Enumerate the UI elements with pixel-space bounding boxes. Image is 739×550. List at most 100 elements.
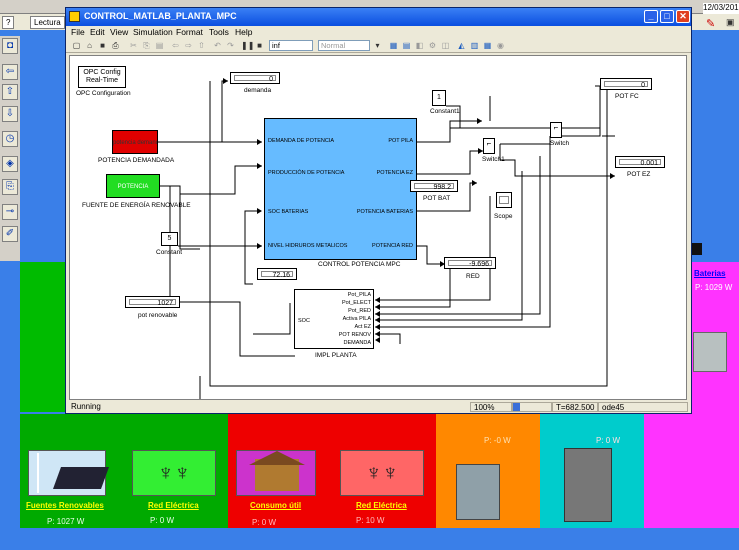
- fuelcell-icon: [564, 448, 612, 522]
- constant-block[interactable]: 5: [161, 232, 178, 246]
- constant1-caption: Constant1: [430, 108, 460, 115]
- status-text: Running: [71, 402, 101, 411]
- potencia-demandada-block[interactable]: potencia demandada: [112, 130, 158, 154]
- pot-bat-display[interactable]: 998.2: [410, 180, 458, 192]
- menu-format[interactable]: Format: [176, 27, 203, 37]
- sim-mode-select[interactable]: Normal: [318, 40, 370, 51]
- control-mpc-block[interactable]: DEMANDA DE POTENCIA PRODUCCIÓN DE POTENC…: [264, 118, 417, 260]
- menu-edit[interactable]: Edit: [90, 27, 105, 37]
- pause-icon[interactable]: ❚❚: [241, 40, 254, 51]
- pointer-icon[interactable]: ◘: [2, 38, 18, 54]
- switch-block[interactable]: ⌐: [550, 122, 562, 138]
- maximize-button[interactable]: □: [660, 10, 674, 23]
- up-icon[interactable]: ⇧: [196, 40, 207, 51]
- minimize-button[interactable]: _: [644, 10, 658, 23]
- simulink-window: CONTROL_MATLAB_PLANTA_MPC _ □ ✕ File Edi…: [65, 7, 692, 414]
- browser-icon[interactable]: ▥: [469, 40, 480, 51]
- impl-planta-caption: IMPL PLANTA: [315, 352, 357, 359]
- arrow-left-icon[interactable]: ⇦: [2, 64, 18, 80]
- opc-line2: Real-Time: [85, 77, 119, 84]
- tool-icon[interactable]: ▣: [726, 17, 735, 28]
- forward-icon[interactable]: ⇨: [183, 40, 194, 51]
- cut-icon[interactable]: ✂: [128, 40, 139, 51]
- toolbar: ▢ ⌂ ■ ⎙ ✂ ⎘ ▤ ⇦ ⇨ ⇧ ↶ ↷ ❚❚ ■ inf Normal …: [66, 38, 691, 53]
- settings-icon[interactable]: ⚙: [427, 40, 438, 51]
- open-icon[interactable]: ⌂: [84, 40, 95, 51]
- library-icon[interactable]: ◭: [456, 40, 467, 51]
- impl-planta-block[interactable]: SOC Pot_PILA Pot_ELECT Pot_RED Activa PI…: [294, 289, 374, 349]
- model-canvas[interactable]: OPC Config Real-Time OPC Configuration 0…: [69, 55, 687, 400]
- output-port-baterias: POTENCIA BATERIAS: [356, 209, 413, 215]
- record-icon[interactable]: ◉: [495, 40, 506, 51]
- soc-display[interactable]: 72.16: [257, 268, 297, 280]
- demanda-display[interactable]: 0: [230, 72, 280, 84]
- pot-ez-display[interactable]: 0.001: [615, 156, 665, 168]
- save-icon[interactable]: ■: [97, 40, 108, 51]
- grid1-label[interactable]: Red Eléctrica: [148, 501, 199, 510]
- simulink-icon: [69, 11, 80, 22]
- grid1-power: P: 0 W: [150, 516, 175, 525]
- paste-icon[interactable]: ▤: [154, 40, 165, 51]
- renewables-power: P: 1027 W: [47, 517, 85, 526]
- batteries-power: P: 1029 W: [695, 283, 733, 292]
- opc-config-block[interactable]: OPC Config Real-Time: [78, 66, 126, 88]
- pen-icon[interactable]: ✐: [2, 226, 18, 242]
- build-icon[interactable]: ▦: [388, 40, 399, 51]
- menu-tools[interactable]: Tools: [209, 27, 229, 37]
- solver-name: ode45: [598, 402, 688, 412]
- pot-fc-display[interactable]: 0: [600, 78, 652, 90]
- clock-icon[interactable]: ◷: [2, 131, 18, 147]
- close-button[interactable]: ✕: [676, 10, 690, 23]
- constant1-block[interactable]: 1: [432, 90, 446, 106]
- bg-tab-help[interactable]: ?: [2, 16, 15, 29]
- output-port-red: POTENCIA RED: [372, 243, 413, 249]
- planta-input-elect: Pot_ELECT: [341, 300, 371, 306]
- arrow-up-icon[interactable]: ⇧: [2, 84, 18, 100]
- copy-icon[interactable]: ⎘: [141, 40, 152, 51]
- pot-renovable-caption: pot renovable: [138, 312, 178, 319]
- house-icon: [236, 450, 316, 496]
- switch1-block[interactable]: ⌐: [483, 138, 495, 154]
- print-icon[interactable]: ⎙: [110, 40, 121, 51]
- model-icon[interactable]: ▤: [401, 40, 412, 51]
- stop-time-input[interactable]: inf: [269, 40, 313, 51]
- pot-renovable-display[interactable]: 1027: [125, 296, 180, 308]
- menu-simulation[interactable]: Simulation: [133, 27, 173, 37]
- window-title-bar[interactable]: CONTROL_MATLAB_PLANTA_MPC _ □ ✕: [66, 8, 691, 26]
- renewables-panel: ♆♆ Fuentes Renovables P: 1027 W Red Eléc…: [20, 414, 228, 528]
- pot-fc-value: 0: [604, 81, 648, 89]
- renewables-label[interactable]: Fuentes Renovables: [26, 501, 104, 510]
- scope-block[interactable]: [496, 192, 512, 208]
- stop-icon[interactable]: ■: [254, 40, 265, 51]
- undo-icon[interactable]: ↶: [212, 40, 223, 51]
- dropdown-chevron-icon[interactable]: ▾: [372, 40, 383, 51]
- red-display[interactable]: -9.696: [444, 257, 496, 269]
- new-icon[interactable]: ▢: [71, 40, 82, 51]
- explorer-icon[interactable]: ◫: [440, 40, 451, 51]
- output-port-ez: POTENCIA EZ: [376, 170, 413, 176]
- diamond-icon[interactable]: ◈: [2, 156, 18, 172]
- input-port-produccion: PRODUCCIÓN DE POTENCIA: [268, 170, 345, 176]
- page-icon[interactable]: ⎘: [2, 179, 18, 195]
- grid-tower-icon: ♆♆: [132, 450, 216, 496]
- back-icon[interactable]: ⇦: [170, 40, 181, 51]
- table-icon[interactable]: ▦: [482, 40, 493, 51]
- consumption-label[interactable]: Consumo útil: [250, 501, 301, 510]
- grid2-label[interactable]: Red Eléctrica: [356, 501, 407, 510]
- menu-help[interactable]: Help: [235, 27, 252, 37]
- bottom-strip: [0, 528, 739, 550]
- grid2-power: P: 10 W: [356, 516, 385, 525]
- electrolyzer-icon: [456, 464, 500, 520]
- red-caption: RED: [466, 273, 480, 280]
- planta-input-pot-renov: POT RENOV: [338, 332, 371, 338]
- redo-icon[interactable]: ↷: [225, 40, 236, 51]
- edit-icon[interactable]: ✎: [706, 17, 715, 30]
- debug-icon[interactable]: ◧: [414, 40, 425, 51]
- bg-tab-lectura[interactable]: Lectura: [30, 16, 65, 29]
- potencia-salida-block[interactable]: POTENCIA SALIDA: [106, 174, 160, 214]
- key-icon[interactable]: ⊸: [2, 204, 18, 220]
- fuelcell-power: P: 0 W: [596, 436, 621, 445]
- menu-file[interactable]: File: [71, 27, 85, 37]
- arrow-down-icon[interactable]: ⇩: [2, 106, 18, 122]
- menu-view[interactable]: View: [110, 27, 128, 37]
